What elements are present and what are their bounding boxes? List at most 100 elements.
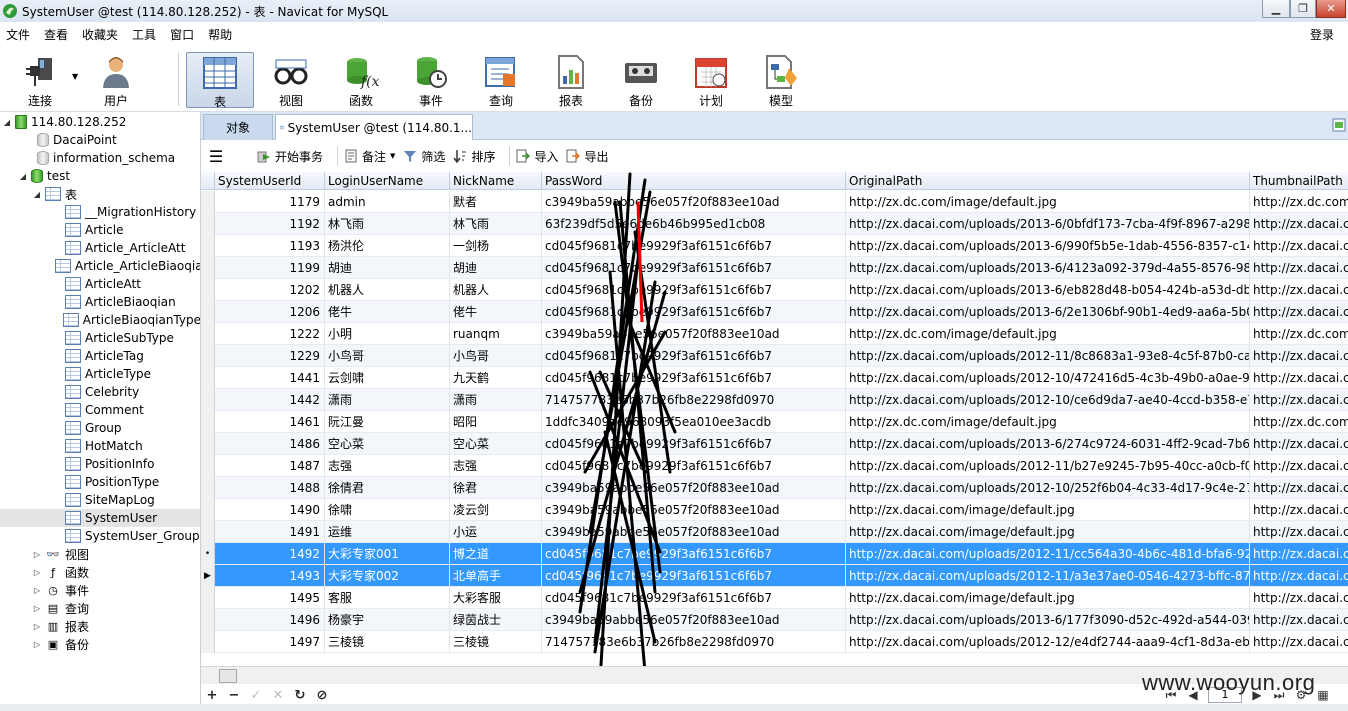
- row-selector[interactable]: [201, 367, 215, 389]
- cell-originalpath[interactable]: http://zx.dc.com/image/default.jpg: [846, 323, 1250, 345]
- cell-originalpath[interactable]: http://zx.dacai.com/uploads/2012-11/8c86…: [846, 345, 1250, 367]
- cell-password[interactable]: cd045f9681c7be9929f3af6151c6f6b7: [542, 257, 846, 279]
- cell-password[interactable]: cd045f9681c7be9929f3af6151c6f6b7: [542, 235, 846, 257]
- tree-expander-icon[interactable]: ▷: [32, 604, 42, 613]
- cell-originalpath[interactable]: http://zx.dacai.com/uploads/2013-6/4123a…: [846, 257, 1250, 279]
- cell-password[interactable]: cd045f9681c7be9929f3af6151c6f6b7: [542, 455, 846, 477]
- cell-originalpath[interactable]: http://zx.dacai.com/image/default.jpg: [846, 521, 1250, 543]
- cell-originalpath[interactable]: http://zx.dc.com/image/default.jpg: [846, 411, 1250, 433]
- maximize-button[interactable]: ❐: [1290, 0, 1316, 18]
- table-row[interactable]: 1491 运维 小运 c3949ba59abbe56e057f20f883ee10ad…: [201, 521, 1348, 543]
- cell-nickname[interactable]: 徐君: [450, 477, 542, 499]
- table-row[interactable]: 1497 三棱镜 三棱镜 714757783e6b37b26fb8e2298fd097…: [201, 631, 1348, 653]
- cell-nickname[interactable]: 佬牛: [450, 301, 542, 323]
- tree-table-item[interactable]: Comment: [0, 401, 200, 419]
- row-selector[interactable]: [201, 587, 215, 609]
- row-selector[interactable]: [201, 631, 215, 653]
- cell-nickname[interactable]: ruanqm: [450, 323, 542, 345]
- cell-password[interactable]: cd045f9681c7be9929f3af6151c6f6b7: [542, 345, 846, 367]
- cell-thumbnailpath[interactable]: http://zx.dc.com: [1250, 323, 1348, 345]
- cell-loginusername[interactable]: 小鸟哥: [325, 345, 450, 367]
- cell-systemuserid[interactable]: 1461: [215, 411, 325, 433]
- tree-server[interactable]: ◢ 114.80.128.252: [0, 113, 200, 131]
- cell-originalpath[interactable]: http://zx.dacai.com/uploads/2013-6/274c9…: [846, 433, 1250, 455]
- menu-view[interactable]: 查看: [37, 26, 75, 43]
- table-row[interactable]: 1488 徐倩君 徐君 c3949ba59abbe56e057f20f883ee10a…: [201, 477, 1348, 499]
- tree-folder-item[interactable]: ▷ ◷ 事件: [0, 581, 200, 599]
- cell-nickname[interactable]: 北单高手: [450, 565, 542, 587]
- cell-systemuserid[interactable]: 1496: [215, 609, 325, 631]
- tree-table-item[interactable]: ArticleBiaoqianType: [0, 311, 200, 329]
- table-row[interactable]: ▶ 1493 大彩专家002 北单高手 cd045f9681c7be9929f3af61…: [201, 565, 1348, 587]
- cell-loginusername[interactable]: 云剑啸: [325, 367, 450, 389]
- cell-systemuserid[interactable]: 1495: [215, 587, 325, 609]
- cell-thumbnailpath[interactable]: http://zx.dacai.co: [1250, 235, 1348, 257]
- tree-expander-icon[interactable]: ▷: [32, 568, 42, 577]
- tree-table-item[interactable]: Celebrity: [0, 383, 200, 401]
- table-row[interactable]: 1202 机器人 机器人 cd045f9681c7be9929f3af6151c6f6…: [201, 279, 1348, 301]
- tree-db-DacaiPoint[interactable]: DacaiPoint: [0, 131, 200, 149]
- cell-originalpath[interactable]: http://zx.dacai.com/uploads/2013-6/0bfdf…: [846, 213, 1250, 235]
- cell-systemuserid[interactable]: 1179: [215, 191, 325, 213]
- tree-db-information_schema[interactable]: information_schema: [0, 149, 200, 167]
- cell-loginusername[interactable]: admin: [325, 191, 450, 213]
- cell-loginusername[interactable]: 徐倩君: [325, 477, 450, 499]
- cell-thumbnailpath[interactable]: http://zx.dacai.co: [1250, 345, 1348, 367]
- table-row[interactable]: 1496 杨豪宇 绿茵战士 c3949ba59abbe56e057f20f883ee1…: [201, 609, 1348, 631]
- cell-thumbnailpath[interactable]: http://zx.dacai.co: [1250, 499, 1348, 521]
- cell-thumbnailpath[interactable]: http://zx.dacai.co: [1250, 279, 1348, 301]
- queries-button[interactable]: 查询: [467, 52, 535, 108]
- table-row[interactable]: 1229 小鸟哥 小鸟哥 cd045f9681c7be9929f3af6151c6f6…: [201, 345, 1348, 367]
- cell-password[interactable]: 714757783e6b37b26fb8e2298fd0970: [542, 389, 846, 411]
- menu-file[interactable]: 文件: [0, 26, 37, 43]
- tables-button[interactable]: 表: [186, 52, 254, 109]
- cell-loginusername[interactable]: 佬牛: [325, 301, 450, 323]
- table-row[interactable]: • 1492 大彩专家001 博之道 cd045f9681c7be9929f3af615…: [201, 543, 1348, 565]
- cell-thumbnailpath[interactable]: http://zx.dacai.co: [1250, 565, 1348, 587]
- cell-nickname[interactable]: 志强: [450, 455, 542, 477]
- cell-nickname[interactable]: 小鸟哥: [450, 345, 542, 367]
- cell-nickname[interactable]: 大彩客服: [450, 587, 542, 609]
- cell-systemuserid[interactable]: 1490: [215, 499, 325, 521]
- connect-dropdown-icon[interactable]: ▼: [72, 72, 78, 81]
- add-record-icon[interactable]: +: [201, 688, 223, 703]
- column-header-originalpath[interactable]: OriginalPath: [846, 172, 1250, 190]
- cell-loginusername[interactable]: 徐啸: [325, 499, 450, 521]
- cell-thumbnailpath[interactable]: http://zx.dacai.co: [1250, 301, 1348, 323]
- tab-list-icon[interactable]: [1332, 118, 1346, 132]
- cell-loginusername[interactable]: 杨洪伦: [325, 235, 450, 257]
- row-selector[interactable]: [201, 257, 215, 279]
- row-selector[interactable]: [201, 235, 215, 257]
- tree-folder-item[interactable]: ▷ ▥ 报表: [0, 617, 200, 635]
- sort-button[interactable]: 排序: [453, 148, 495, 165]
- cell-thumbnailpath[interactable]: http://zx.dacai.co: [1250, 367, 1348, 389]
- tree-table-item[interactable]: ArticleBiaoqian: [0, 293, 200, 311]
- cell-thumbnailpath[interactable]: http://zx.dacai.co: [1250, 587, 1348, 609]
- row-selector[interactable]: •: [201, 543, 215, 565]
- cell-nickname[interactable]: 机器人: [450, 279, 542, 301]
- cell-originalpath[interactable]: http://zx.dacai.com/uploads/2012-10/252f…: [846, 477, 1250, 499]
- column-header-password[interactable]: PassWord: [542, 172, 846, 190]
- row-selector[interactable]: [201, 301, 215, 323]
- cell-nickname[interactable]: 绿茵战士: [450, 609, 542, 631]
- cell-systemuserid[interactable]: 1206: [215, 301, 325, 323]
- cell-systemuserid[interactable]: 1487: [215, 455, 325, 477]
- cell-nickname[interactable]: 九天鹤: [450, 367, 542, 389]
- cell-originalpath[interactable]: http://zx.dacai.com/image/default.jpg: [846, 499, 1250, 521]
- cell-password[interactable]: c3949ba59abbe56e057f20f883ee10ad: [542, 477, 846, 499]
- cell-loginusername[interactable]: 小明: [325, 323, 450, 345]
- cell-thumbnailpath[interactable]: http://zx.dacai.co: [1250, 257, 1348, 279]
- row-selector[interactable]: [201, 499, 215, 521]
- tree-folder-item[interactable]: ▷ ƒ 函数: [0, 563, 200, 581]
- cell-nickname[interactable]: 凌云剑: [450, 499, 542, 521]
- tree-table-item[interactable]: Article_ArticleBiaoqia: [0, 257, 200, 275]
- cell-originalpath[interactable]: http://zx.dacai.com/uploads/2012-10/4724…: [846, 367, 1250, 389]
- cell-loginusername[interactable]: 三棱镜: [325, 631, 450, 653]
- cell-thumbnailpath[interactable]: http://zx.dacai.co: [1250, 609, 1348, 631]
- tree-table-item[interactable]: HotMatch: [0, 437, 200, 455]
- tree-table-item[interactable]: SiteMapLog: [0, 491, 200, 509]
- cell-originalpath[interactable]: http://zx.dacai.com/uploads/2012-11/a3e3…: [846, 565, 1250, 587]
- cell-systemuserid[interactable]: 1492: [215, 543, 325, 565]
- cell-nickname[interactable]: 潇雨: [450, 389, 542, 411]
- cell-systemuserid[interactable]: 1497: [215, 631, 325, 653]
